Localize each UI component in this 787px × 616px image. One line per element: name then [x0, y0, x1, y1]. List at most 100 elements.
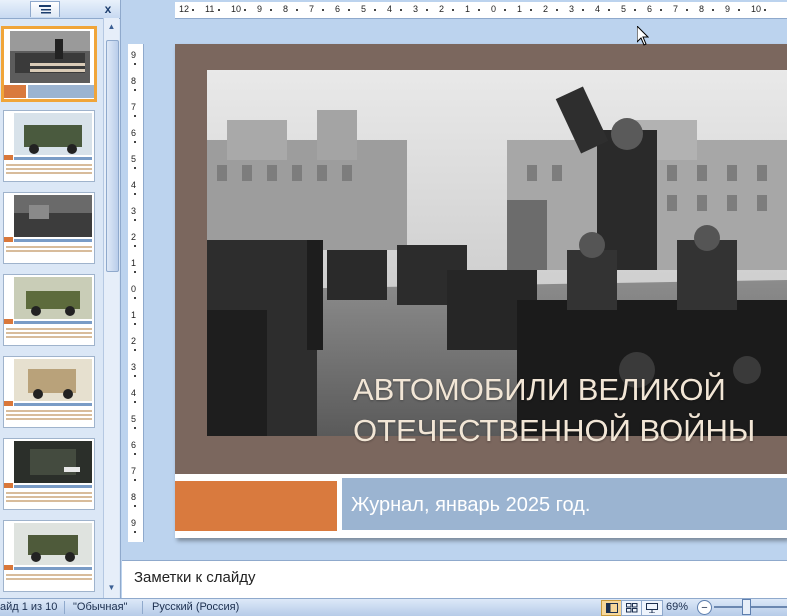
ruler-tick-label: 7 [131, 466, 137, 476]
ruler-tick-mark [134, 219, 136, 221]
ruler-tick-label: 1 [465, 4, 471, 14]
slides-panel: x ▲ ▼ [0, 0, 121, 598]
ruler-tick-label: 5 [361, 4, 367, 14]
ruler-tick-mark [556, 9, 558, 11]
ruler-tick-mark [134, 401, 136, 403]
slide-thumbnail-5[interactable] [3, 356, 95, 428]
ruler-tick-mark [452, 9, 454, 11]
ruler-tick-label: 6 [335, 4, 341, 14]
ruler-tick-label: 8 [283, 4, 289, 14]
scroll-up-icon[interactable]: ▲ [105, 20, 118, 33]
ruler-tick-label: 3 [131, 362, 137, 372]
status-bar: айд 1 из 10 "Обычная" Русский (Россия) 6… [0, 598, 787, 616]
ruler-tick-mark [764, 9, 766, 11]
ruler-tick-mark [530, 9, 532, 11]
slide-thumbnail-2[interactable] [3, 110, 95, 182]
ruler-tick-label: 9 [725, 4, 731, 14]
ruler-tick-mark [348, 9, 350, 11]
thumbnail-image [14, 113, 92, 155]
slideshow-view-button[interactable] [641, 600, 663, 616]
zoom-level[interactable]: 69% [666, 601, 688, 613]
ruler-tick-label: 7 [131, 102, 137, 112]
thumbnail-image [14, 277, 92, 319]
ruler-tick-mark [134, 505, 136, 507]
ruler-tick-mark [504, 9, 506, 11]
ruler-tick-mark [134, 349, 136, 351]
theme-name[interactable]: "Обычная" [73, 601, 127, 613]
ruler-tick-label: 4 [595, 4, 601, 14]
zoom-slider-thumb[interactable] [742, 599, 751, 615]
ruler-tick-label: 11 [205, 4, 215, 14]
ruler-tick-mark [322, 9, 324, 11]
slide-thumbnail-6[interactable] [3, 438, 95, 510]
ruler-tick-label: 8 [131, 492, 137, 502]
slide-thumbnail-3[interactable] [3, 192, 95, 264]
ruler-tick-mark [134, 323, 136, 325]
ruler-tick-label: 5 [131, 154, 137, 164]
horizontal-ruler: 12 11 10 9 8 7 6 5 4 3 2 1 0 1 2 3 4 5 6 7 8 9 10 [175, 2, 787, 19]
ruler-tick-mark [134, 479, 136, 481]
notes-pane[interactable]: Заметки к слайду [122, 560, 787, 599]
ruler-tick-mark [582, 9, 584, 11]
ruler-tick-mark [738, 9, 740, 11]
ruler-tick-mark [634, 9, 636, 11]
slide-sorter-view-button[interactable] [621, 600, 643, 616]
slide-thumbnail-1[interactable] [1, 26, 97, 102]
slide-subtitle[interactable]: Журнал, январь 2025 год. [351, 494, 590, 517]
ruler-tick-mark [712, 9, 714, 11]
ruler-tick-mark [134, 193, 136, 195]
ruler-tick-mark [134, 453, 136, 455]
ruler-tick-mark [134, 115, 136, 117]
slide-title-line-2: ОТЕЧЕСТВЕННОЙ ВОЙНЫ [353, 413, 756, 448]
ruler-tick-label: 5 [621, 4, 627, 14]
zoom-out-button[interactable]: − [697, 600, 712, 615]
normal-view-button[interactable] [601, 600, 623, 616]
ruler-tick-label: 12 [179, 4, 190, 14]
thumbnails-scrollbar[interactable]: ▲ ▼ [103, 18, 119, 598]
ruler-tick-label: 6 [647, 4, 653, 14]
ruler-tick-mark [134, 531, 136, 533]
ruler-tick-label: 7 [673, 4, 679, 14]
slide-thumbnail-7[interactable] [3, 520, 95, 592]
ruler-tick-label: 9 [131, 518, 137, 528]
scroll-down-icon[interactable]: ▼ [105, 581, 118, 594]
scrollbar-thumb[interactable] [106, 40, 119, 272]
language-indicator[interactable]: Русский (Россия) [152, 601, 239, 613]
thumbnail-image [14, 441, 92, 483]
ruler-tick-mark [134, 245, 136, 247]
ruler-tick-label: 2 [543, 4, 549, 14]
ruler-tick-label: 3 [413, 4, 419, 14]
ruler-tick-label: 8 [131, 76, 137, 86]
ruler-tick-mark [134, 167, 136, 169]
ruler-tick-label: 3 [131, 206, 137, 216]
ruler-tick-label: 6 [131, 440, 137, 450]
close-icon: x [104, 1, 112, 16]
ruler-tick-mark [218, 9, 220, 11]
ruler-tick-label: 4 [131, 180, 137, 190]
ruler-tick-label: 5 [131, 414, 137, 424]
ruler-tick-label: 2 [131, 336, 137, 346]
ruler-tick-mark [134, 271, 136, 273]
ruler-tick-label: 0 [491, 4, 497, 14]
ruler-tick-label: 2 [439, 4, 445, 14]
slide-thumbnails [0, 18, 103, 598]
ruler-tick-mark [660, 9, 662, 11]
notes-placeholder[interactable]: Заметки к слайду [134, 569, 256, 586]
ruler-tick-label: 4 [387, 4, 393, 14]
normal-view-icon [606, 603, 618, 613]
outline-tab[interactable] [30, 1, 60, 17]
ruler-tick-mark [244, 9, 246, 11]
ruler-tick-mark [134, 89, 136, 91]
ruler-tick-label: 1 [131, 258, 137, 268]
ruler-tick-label: 7 [309, 4, 315, 14]
orange-accent-bar [175, 481, 337, 531]
slide-title[interactable]: АВТОМОБИЛИ ВЕЛИКОЙ ОТЕЧЕСТВЕННОЙ ВОЙНЫ [353, 369, 787, 451]
thumbnail-image [14, 195, 92, 237]
ruler-tick-label: 1 [131, 310, 137, 320]
slide-canvas[interactable]: АВТОМОБИЛИ ВЕЛИКОЙ ОТЕЧЕСТВЕННОЙ ВОЙНЫ Ж… [175, 44, 787, 538]
ruler-tick-mark [374, 9, 376, 11]
slide-thumbnail-4[interactable] [3, 274, 95, 346]
ruler-tick-label: 10 [231, 4, 242, 14]
close-panel-button[interactable]: x [102, 1, 114, 16]
thumbnail-image [14, 359, 92, 401]
